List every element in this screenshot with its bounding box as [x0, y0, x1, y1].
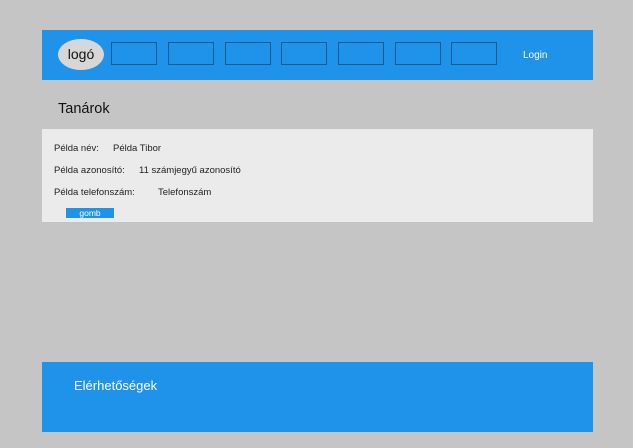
teacher-phone-value: Telefonszám	[158, 187, 212, 198]
nav-item-7[interactable]	[451, 42, 497, 65]
nav-item-4[interactable]	[281, 42, 327, 65]
teacher-name-value: Példa Tibor	[113, 143, 162, 154]
nav-item-3[interactable]	[225, 42, 271, 65]
footer-contacts-title: Elérhetőségek	[74, 378, 158, 393]
teacher-phone-label: Példa telefonszám:	[54, 187, 135, 198]
teacher-id-value: 11 számjegyű azonosító	[139, 165, 241, 176]
nav-item-1[interactable]	[111, 42, 157, 65]
action-button[interactable]: gomb	[66, 208, 114, 218]
top-navigation-bar: logó Login	[42, 30, 593, 80]
login-link[interactable]: Login	[523, 50, 547, 61]
teacher-id-row: Példa azonosító: 11 számjegyű azonosító	[54, 165, 241, 176]
teacher-name-label: Példa név:	[54, 143, 99, 154]
nav-item-6[interactable]	[395, 42, 441, 65]
teacher-card: Példa név: Példa Tibor Példa azonosító: …	[42, 129, 593, 222]
teacher-name-row: Példa név: Példa Tibor	[54, 143, 161, 154]
nav-item-2[interactable]	[168, 42, 214, 65]
page-title: Tanárok	[58, 101, 110, 117]
logo[interactable]: logó	[58, 39, 104, 70]
nav-item-5[interactable]	[338, 42, 384, 65]
teacher-phone-row: Példa telefonszám: Telefonszám	[54, 187, 211, 198]
teacher-id-label: Példa azonosító:	[54, 165, 125, 176]
footer: Elérhetőségek	[42, 362, 593, 432]
